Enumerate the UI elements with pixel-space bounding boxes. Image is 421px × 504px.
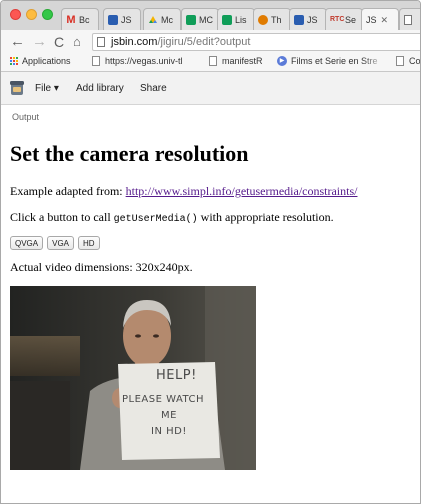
browser-window: M Bc JS Mc MC Lis Th JS RTC Se JS ✕ ← → …	[0, 0, 421, 504]
page-title: Set the camera resolution	[10, 141, 249, 166]
intro-prefix: Example adapted from:	[10, 184, 126, 198]
tab-hypothesis[interactable]: Th	[253, 8, 291, 30]
file-menu[interactable]: File ▾	[35, 83, 59, 94]
hd-button[interactable]: HD	[78, 236, 100, 250]
tab-strip: M Bc JS Mc MC Lis Th JS RTC Se JS ✕	[1, 1, 420, 31]
tab-label: MC	[199, 14, 213, 25]
instruction-prefix: Click a button to call	[10, 210, 114, 224]
play-icon: ▶	[277, 56, 287, 66]
add-library-button[interactable]: Add library	[76, 83, 124, 94]
bookmark-label: https://vegas.univ-tl	[105, 56, 183, 66]
tab-label: JS	[121, 14, 132, 25]
tab-label: Bc	[79, 14, 90, 25]
page-icon	[92, 56, 100, 66]
tab-sheets-2[interactable]: Lis	[217, 8, 255, 30]
bookmark-label: Co	[409, 56, 421, 66]
bookmark-label: manifestR	[222, 56, 263, 66]
home-icon[interactable]: ⌂	[73, 33, 81, 51]
camera-frame-image	[10, 286, 256, 470]
sheets-icon	[186, 14, 196, 25]
reload-icon[interactable]: C	[54, 33, 64, 51]
tab-label: Lis	[235, 14, 247, 25]
sign-line-2: PLEASE WATCH	[122, 394, 205, 405]
sign-line-4: IN HD!	[151, 426, 187, 437]
jsbin-icon	[294, 14, 304, 25]
video-dimensions-text: Actual video dimensions: 320x240px.	[10, 260, 193, 274]
bookmark-label: Applications	[22, 56, 71, 66]
constraints-link[interactable]: http://www.simpl.info/getusermedia/const…	[126, 184, 358, 198]
tab-label: Se	[345, 14, 357, 25]
tab-jsbin-2[interactable]: JS	[289, 8, 327, 30]
instruction-suffix: with appropriate resolution.	[197, 210, 334, 224]
hypothesis-icon	[258, 14, 268, 25]
url-path: /jigiru/5/edit?output	[157, 36, 251, 48]
tab-label: Th	[271, 14, 282, 25]
forward-arrow-icon[interactable]: →	[32, 33, 47, 51]
tab-sheets-1[interactable]: MC	[181, 8, 219, 30]
jsbin-icon	[108, 14, 118, 25]
close-window-button[interactable]	[10, 9, 21, 20]
page-icon	[97, 37, 105, 47]
page-icon	[396, 56, 404, 66]
maximize-window-button[interactable]	[42, 9, 53, 20]
url-domain: jsbin.com	[111, 36, 158, 48]
close-icon[interactable]: ✕	[381, 15, 389, 26]
share-button[interactable]: Share	[140, 83, 167, 94]
jsbin-toolbar: File ▾ Add library Share	[1, 72, 420, 105]
bookmark-label: Films et Serie en Stre	[291, 56, 378, 66]
jsbin-logo-icon[interactable]	[10, 80, 24, 96]
bookmark-manifestr[interactable]: manifestR	[209, 56, 263, 66]
drive-icon	[148, 15, 158, 25]
browser-toolbar: ← → C ⌂ jsbin.com/jigiru/5/edit?output	[1, 30, 420, 54]
back-arrow-icon[interactable]: ←	[10, 33, 25, 51]
tab-gmail[interactable]: M Bc	[61, 8, 99, 30]
minimize-window-button[interactable]	[26, 9, 37, 20]
tab-page[interactable]	[399, 8, 420, 30]
bookmark-co[interactable]: Co	[396, 56, 421, 66]
output-panel-label: Output	[12, 112, 40, 122]
page-icon	[404, 14, 412, 25]
camera-video[interactable]: HELP! PLEASE WATCH ME IN HD!	[10, 286, 256, 470]
bookmarks-bar: Applications https://vegas.univ-tl manif…	[1, 54, 420, 72]
apps-icon	[10, 57, 18, 65]
sign-line-1: HELP!	[156, 368, 197, 383]
sign-line-3: ME	[161, 410, 177, 421]
tab-jsbin-active[interactable]: JS ✕	[361, 8, 399, 31]
bookmark-vegas[interactable]: https://vegas.univ-tl	[92, 56, 203, 66]
vga-button[interactable]: VGA	[47, 236, 75, 250]
tab-jsbin-1[interactable]: JS	[103, 8, 141, 30]
tab-drive[interactable]: Mc	[143, 8, 181, 30]
sheets-icon	[222, 14, 232, 25]
tab-label: JS	[307, 14, 318, 25]
bookmark-applications[interactable]: Applications	[10, 56, 71, 66]
address-bar[interactable]: jsbin.com/jigiru/5/edit?output	[92, 33, 420, 51]
qvga-button[interactable]: QVGA	[10, 236, 44, 250]
page-icon	[209, 56, 217, 66]
tab-label: Mc	[161, 14, 173, 25]
resolution-buttons: QVGA VGA HD	[10, 236, 104, 250]
gmail-icon: M	[66, 13, 76, 26]
tab-label: JS	[366, 15, 377, 25]
instruction-paragraph: Click a button to call getUserMedia() wi…	[10, 210, 334, 225]
tab-webrtc[interactable]: RTC Se	[325, 8, 363, 30]
webrtc-icon: RTC	[330, 15, 345, 23]
bookmark-films[interactable]: ▶ Films et Serie en Stre	[277, 56, 386, 66]
getusermedia-code: getUserMedia()	[113, 214, 198, 225]
intro-paragraph: Example adapted from: http://www.simpl.i…	[10, 184, 357, 199]
